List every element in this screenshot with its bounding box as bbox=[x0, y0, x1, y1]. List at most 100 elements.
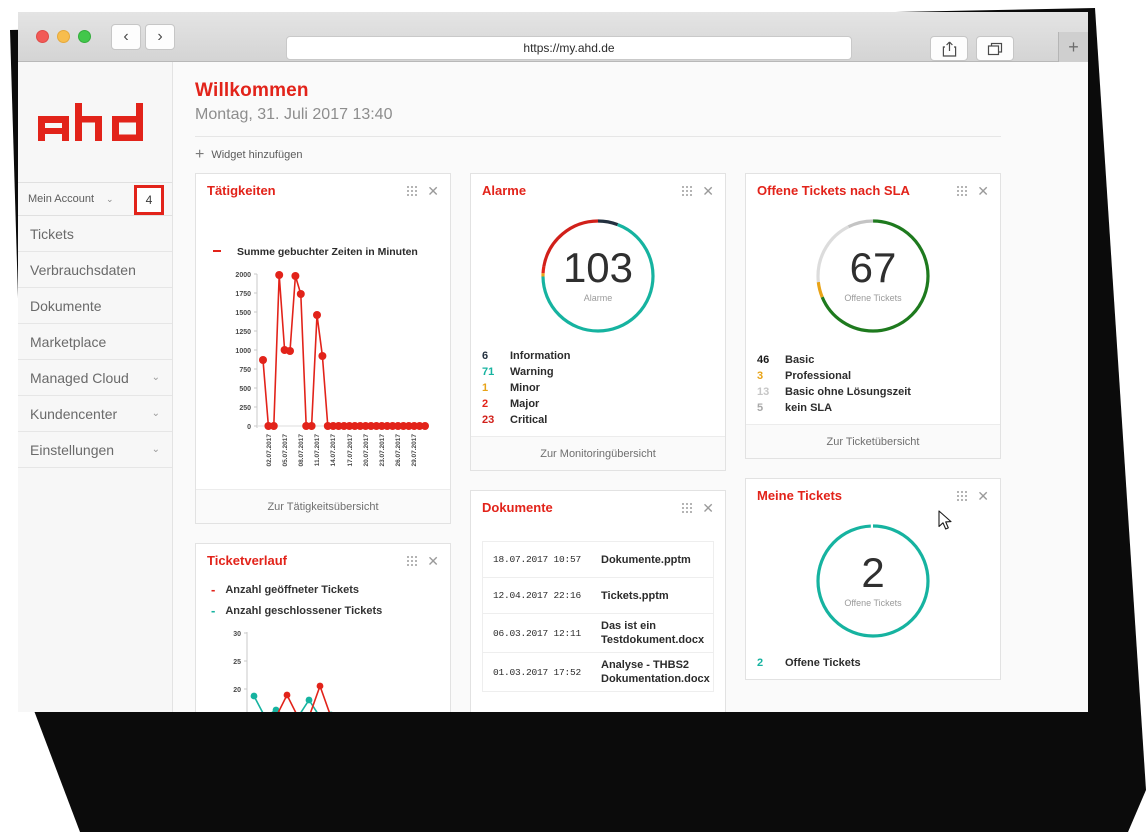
widget-title: Tätigkeiten bbox=[207, 183, 276, 198]
widget-dokumente: Dokumente ✕ 18.07.2017 10:57 Dokumente.p… bbox=[470, 490, 726, 712]
browser-nav-buttons: ‹ › bbox=[111, 23, 175, 50]
document-name: Das ist ein Testdokument.docx bbox=[601, 620, 705, 646]
widget-footer-link[interactable]: Zur Monitoringübersicht bbox=[471, 436, 725, 470]
sidebar-item-tickets[interactable]: Tickets bbox=[18, 216, 172, 252]
address-bar[interactable]: https://my.ahd.de bbox=[286, 36, 852, 60]
widget-header-icons: ✕ bbox=[682, 501, 714, 515]
svg-text:1250: 1250 bbox=[235, 329, 251, 336]
sidebar-item-dokumente[interactable]: Dokumente bbox=[18, 288, 172, 324]
close-window-button[interactable] bbox=[36, 30, 49, 43]
svg-text:1750: 1750 bbox=[235, 291, 251, 298]
svg-text:08.07.2017: 08.07.2017 bbox=[298, 434, 305, 467]
widget-body: 18.07.2017 10:57 Dokumente.pptm 12.04.20… bbox=[471, 523, 725, 712]
sidebar-item-verbrauchsdaten[interactable]: Verbrauchsdaten bbox=[18, 252, 172, 288]
page-date: Montag, 31. Juli 2017 13:40 bbox=[195, 106, 393, 123]
browser-toolbar-right bbox=[930, 36, 1014, 61]
legend-row: 23 Critical bbox=[482, 412, 714, 428]
widget-header: Dokumente ✕ bbox=[471, 491, 725, 523]
drag-handle-icon[interactable] bbox=[957, 185, 968, 196]
new-tab-button[interactable]: + bbox=[1058, 32, 1088, 62]
svg-text:17.07.2017: 17.07.2017 bbox=[347, 434, 354, 467]
account-count-badge[interactable]: 4 bbox=[134, 185, 164, 215]
legend-row: 1 Minor bbox=[482, 380, 714, 396]
widget-header-icons: ✕ bbox=[407, 184, 439, 198]
drag-handle-icon[interactable] bbox=[407, 185, 418, 196]
sidebar-item-kundencenter[interactable]: Kundencenter ⌄ bbox=[18, 396, 172, 432]
svg-text:500: 500 bbox=[239, 386, 251, 393]
drag-handle-icon[interactable] bbox=[682, 185, 693, 196]
widget-title: Offene Tickets nach SLA bbox=[757, 183, 910, 198]
meine-tickets-donut-wrap: 2 Offene Tickets bbox=[757, 511, 989, 649]
table-row[interactable]: 12.04.2017 22:16 Tickets.pptm bbox=[483, 578, 713, 614]
widget-body: 67 Offene Tickets 46 Basic 3 Professiona… bbox=[746, 206, 1000, 424]
account-selector[interactable]: Mein Account ⌄ 4 bbox=[18, 182, 172, 216]
sidebar-item-einstellungen[interactable]: Einstellungen ⌄ bbox=[18, 432, 172, 468]
legend-value: 2 bbox=[482, 398, 489, 410]
alarme-legend: 6 Information 71 Warning 1 Minor 2 Major… bbox=[482, 348, 714, 428]
share-button[interactable] bbox=[930, 36, 968, 61]
close-icon[interactable]: ✕ bbox=[977, 184, 989, 198]
widget-title: Meine Tickets bbox=[757, 488, 843, 503]
tab-overview-button[interactable] bbox=[976, 36, 1014, 61]
widget-grid: Tätigkeiten ✕ Summe gebuchter Zeiten in … bbox=[195, 173, 1066, 712]
brand-logo[interactable] bbox=[18, 62, 172, 182]
table-row[interactable]: 06.03.2017 12:11 Das ist ein Testdokumen… bbox=[483, 614, 713, 653]
sla-total-label: Offene Tickets bbox=[844, 293, 902, 303]
close-icon[interactable]: ✕ bbox=[427, 184, 439, 198]
sidebar-item-managed-cloud[interactable]: Managed Cloud ⌄ bbox=[18, 360, 172, 396]
widget-title: Alarme bbox=[482, 183, 527, 198]
close-icon[interactable]: ✕ bbox=[702, 184, 714, 198]
widget-ticketverlauf: Ticketverlauf ✕ - Anzahl geöffneter Tick… bbox=[195, 543, 451, 712]
widget-footer-link[interactable]: Zur Ticketübersicht bbox=[746, 424, 1000, 458]
chevron-down-icon: ⌄ bbox=[151, 408, 160, 419]
plus-icon: + bbox=[195, 146, 205, 163]
alarme-donut-wrap: 103 Alarme bbox=[482, 206, 714, 344]
sidebar-item-marketplace[interactable]: Marketplace bbox=[18, 324, 172, 360]
page-root: Mein Account ⌄ 4 Tickets Verbrauchsdaten… bbox=[18, 62, 1088, 712]
back-button[interactable]: ‹ bbox=[111, 23, 141, 50]
widget-header: Ticketverlauf ✕ bbox=[196, 544, 450, 576]
forward-button[interactable]: › bbox=[145, 23, 175, 50]
table-row[interactable]: 18.07.2017 10:57 Dokumente.pptm bbox=[483, 542, 713, 578]
widget-footer-link[interactable]: Zur Tätigkeitsübersicht bbox=[196, 489, 450, 523]
svg-text:1500: 1500 bbox=[235, 310, 251, 317]
document-date: 01.03.2017 17:52 bbox=[493, 666, 582, 678]
sidebar-item-label: Marketplace bbox=[30, 333, 107, 350]
meine-tickets-legend: 2 Offene Tickets bbox=[757, 655, 989, 671]
sidebar-item-label: Kundencenter bbox=[30, 405, 118, 422]
sidebar-item-label: Einstellungen bbox=[30, 441, 115, 458]
widget-taetigkeiten: Tätigkeiten ✕ Summe gebuchter Zeiten in … bbox=[195, 173, 451, 524]
add-widget-button[interactable]: + Widget hinzufügen bbox=[195, 147, 1066, 163]
widget-title: Ticketverlauf bbox=[207, 553, 287, 568]
widget-header-icons: ✕ bbox=[407, 554, 439, 568]
maximize-window-button[interactable] bbox=[78, 30, 91, 43]
screenshot-stage: ‹ › https://my.ahd.de + Mein Account ⌄ 4… bbox=[0, 0, 1146, 832]
close-icon[interactable]: ✕ bbox=[702, 501, 714, 515]
legend-label: Basic bbox=[785, 354, 815, 366]
minimize-window-button[interactable] bbox=[57, 30, 70, 43]
svg-text:14.07.2017: 14.07.2017 bbox=[330, 434, 337, 467]
svg-text:Summe gebuchter Zeiten in Minu: Summe gebuchter Zeiten in Minuten bbox=[237, 246, 418, 258]
chevron-down-icon: ⌄ bbox=[151, 372, 160, 383]
close-icon[interactable]: ✕ bbox=[427, 554, 439, 568]
close-icon[interactable]: ✕ bbox=[977, 489, 989, 503]
legend-label: kein SLA bbox=[785, 402, 833, 414]
url-text: https://my.ahd.de bbox=[523, 41, 615, 55]
drag-handle-icon[interactable] bbox=[407, 555, 418, 566]
legend-label: Anzahl geöffneter Tickets bbox=[225, 583, 360, 596]
table-row[interactable]: 01.03.2017 17:52 Analyse - THBS2 Dokumen… bbox=[483, 653, 713, 692]
drag-handle-icon[interactable] bbox=[957, 490, 968, 501]
widget-header: Tätigkeiten ✕ bbox=[196, 174, 450, 206]
share-icon bbox=[942, 41, 956, 57]
meine-tickets-total-label: Offene Tickets bbox=[844, 598, 902, 608]
widget-alarme: Alarme ✕ 103 Alarme 6 Information 71 War… bbox=[470, 173, 726, 471]
meine-tickets-total: 2 bbox=[861, 549, 885, 596]
meine-tickets-donut-center: 2 Offene Tickets bbox=[757, 511, 989, 649]
sidebar-item-label: Managed Cloud bbox=[30, 369, 129, 386]
sidebar-item-label: Tickets bbox=[30, 225, 74, 242]
svg-text:750: 750 bbox=[239, 367, 251, 374]
svg-text:1000: 1000 bbox=[235, 348, 251, 355]
widget-header: Offene Tickets nach SLA ✕ bbox=[746, 174, 1000, 206]
drag-handle-icon[interactable] bbox=[682, 502, 693, 513]
legend-row: 3 Professional bbox=[757, 368, 989, 384]
